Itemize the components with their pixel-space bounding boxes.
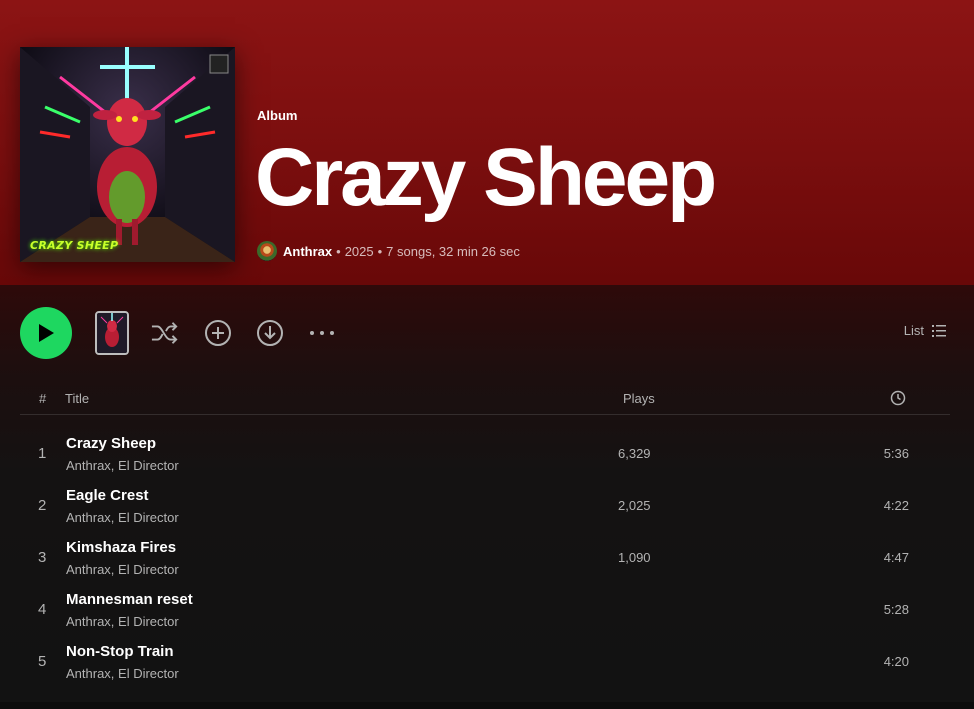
track-plays: 2,025 bbox=[618, 498, 651, 513]
view-mode-label: List bbox=[903, 323, 924, 338]
track-plays: 1,090 bbox=[618, 550, 651, 565]
track-row[interactable]: 2 Eagle Crest Anthrax, El Director 2,025… bbox=[20, 480, 950, 532]
tracklist: 1 Crazy Sheep Anthrax, El Director 6,329… bbox=[20, 428, 950, 688]
artist-avatar[interactable] bbox=[257, 241, 277, 261]
download-button[interactable] bbox=[256, 319, 284, 347]
column-header-duration bbox=[890, 390, 906, 409]
album-title: Crazy Sheep bbox=[255, 132, 717, 223]
track-duration: 5:28 bbox=[883, 602, 909, 617]
meta-separator: • bbox=[336, 243, 341, 259]
album-meta: Anthrax • 2025 • 7 songs, 32 min 26 sec bbox=[257, 241, 520, 261]
track-number: 1 bbox=[38, 445, 47, 462]
track-title[interactable]: Mannesman reset bbox=[66, 591, 193, 608]
column-header-plays: Plays bbox=[623, 391, 655, 406]
track-artists[interactable]: Anthrax, El Director bbox=[66, 666, 179, 681]
track-row[interactable]: 4 Mannesman reset Anthrax, El Director 5… bbox=[20, 584, 950, 636]
track-artists[interactable]: Anthrax, El Director bbox=[66, 510, 179, 525]
list-icon bbox=[932, 324, 946, 337]
track-row[interactable]: 5 Non-Stop Train Anthrax, El Director 4:… bbox=[20, 636, 950, 688]
more-options-button[interactable] bbox=[308, 319, 336, 347]
artist-link[interactable]: Anthrax bbox=[283, 244, 332, 259]
cover-thumbnail-button[interactable] bbox=[95, 311, 129, 355]
album-summary: 7 songs, 32 min 26 sec bbox=[386, 243, 520, 259]
album-header: CRAZY SHEEP Album Crazy Sheep Anthrax • … bbox=[0, 0, 974, 285]
track-duration: 4:20 bbox=[883, 654, 909, 669]
album-content: List # Title Plays 1 Crazy Sheep Anthrax… bbox=[0, 285, 974, 709]
track-artists[interactable]: Anthrax, El Director bbox=[66, 614, 179, 629]
play-icon bbox=[39, 324, 54, 342]
album-cover-image[interactable]: CRAZY SHEEP bbox=[20, 47, 235, 262]
track-title[interactable]: Eagle Crest bbox=[66, 487, 149, 504]
action-bar: List bbox=[20, 307, 950, 359]
track-duration: 4:22 bbox=[883, 498, 909, 513]
column-header-title: Title bbox=[65, 391, 90, 406]
track-number: 3 bbox=[38, 549, 47, 566]
bottom-edge bbox=[0, 702, 974, 709]
shuffle-icon bbox=[151, 322, 178, 344]
album-year: 2025 bbox=[344, 243, 374, 259]
view-mode-toggle[interactable]: List bbox=[904, 323, 946, 338]
tracklist-header: # Title Plays bbox=[20, 389, 950, 415]
track-number: 2 bbox=[38, 497, 47, 514]
clock-icon bbox=[890, 390, 906, 406]
track-row[interactable]: 1 Crazy Sheep Anthrax, El Director 6,329… bbox=[20, 428, 950, 480]
add-circle-icon bbox=[205, 320, 231, 346]
download-icon bbox=[257, 320, 283, 346]
track-number: 4 bbox=[38, 601, 47, 618]
play-button[interactable] bbox=[20, 307, 72, 359]
track-number: 5 bbox=[38, 653, 47, 670]
track-row[interactable]: 3 Kimshaza Fires Anthrax, El Director 1,… bbox=[20, 532, 950, 584]
more-dots-icon bbox=[310, 331, 334, 335]
track-artists[interactable]: Anthrax, El Director bbox=[66, 458, 179, 473]
add-to-library-button[interactable] bbox=[204, 319, 232, 347]
album-type-label: Album bbox=[257, 108, 298, 123]
sheep-thumbnail-icon bbox=[97, 313, 127, 353]
sheep-artwork bbox=[20, 47, 235, 262]
track-duration: 5:36 bbox=[883, 446, 909, 461]
track-title[interactable]: Non-Stop Train bbox=[66, 643, 174, 660]
column-header-number: # bbox=[39, 391, 47, 406]
track-plays: 6,329 bbox=[618, 446, 651, 461]
shuffle-button[interactable] bbox=[151, 319, 179, 347]
track-artists[interactable]: Anthrax, El Director bbox=[66, 562, 179, 577]
track-title[interactable]: Kimshaza Fires bbox=[66, 539, 176, 556]
track-duration: 4:47 bbox=[883, 550, 909, 565]
track-title[interactable]: Crazy Sheep bbox=[66, 435, 156, 452]
cover-title-text: CRAZY SHEEP bbox=[30, 239, 119, 252]
meta-separator: • bbox=[377, 243, 383, 259]
